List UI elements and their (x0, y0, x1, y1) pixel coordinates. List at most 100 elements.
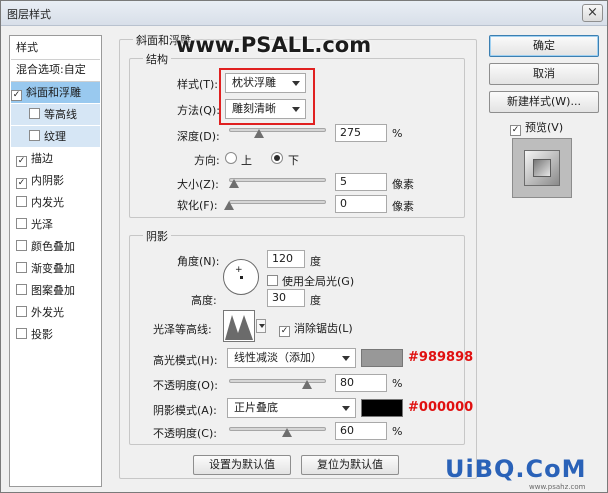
shadow-opacity-label: 不透明度(C): (153, 427, 217, 440)
new-style-button[interactable]: 新建样式(W)... (489, 91, 599, 113)
highlight-opacity-unit: % (392, 377, 403, 390)
checkbox-antialias[interactable]: ✓ (279, 326, 290, 337)
direction-down-radio[interactable] (271, 152, 283, 164)
checkbox-gradient-overlay[interactable] (16, 262, 27, 273)
watermark-logo: UiBQ.CoM (445, 455, 587, 483)
style-item-inner-shadow[interactable]: ✓ 内阴影 (11, 170, 100, 191)
checkbox-color-overlay[interactable] (16, 240, 27, 251)
style-item-drop-shadow[interactable]: 投影 (11, 324, 100, 345)
style-item-label: 描边 (31, 152, 53, 165)
shadow-color-swatch[interactable] (361, 399, 403, 417)
shadow-opacity-thumb[interactable] (282, 428, 293, 437)
checkbox-drop-shadow[interactable] (16, 328, 27, 339)
shading-title: 阴影 (143, 228, 171, 244)
make-default-button[interactable]: 设置为默认值 (193, 455, 291, 475)
checkbox-satin[interactable] (16, 218, 27, 229)
altitude-unit: 度 (310, 294, 321, 307)
checkbox-texture[interactable] (29, 130, 40, 141)
style-item-label: 内发光 (31, 196, 64, 209)
soften-slider[interactable] (229, 200, 326, 204)
shadow-mode-dropdown[interactable]: 正片叠底 (227, 398, 356, 418)
close-button[interactable]: × (582, 4, 603, 22)
style-item-color-overlay[interactable]: 颜色叠加 (11, 236, 100, 257)
style-item-inner-glow[interactable]: 内发光 (11, 192, 100, 213)
depth-slider-thumb[interactable] (254, 129, 265, 138)
style-item-texture[interactable]: 纹理 (11, 126, 100, 147)
shadow-opacity-input[interactable]: 60 (335, 422, 387, 440)
angle-input[interactable]: 120 (267, 250, 305, 268)
style-item-label: 光泽 (31, 218, 53, 231)
highlight-box (219, 68, 315, 125)
watermark-url: www.psahz.com (529, 483, 586, 491)
gloss-contour-dropdown[interactable] (256, 319, 266, 333)
style-item-contour[interactable]: 等高线 (11, 104, 100, 125)
checkbox-outer-glow[interactable] (16, 306, 27, 317)
cancel-button[interactable]: 取消 (489, 63, 599, 85)
highlight-opacity-label: 不透明度(O): (153, 379, 218, 392)
style-list: 样式 混合选项:自定 ✓ 斜面和浮雕 等高线 纹理 ✓ 描边 ✓ 内阴影 内发光 光泽… (9, 35, 102, 487)
gloss-contour-preview[interactable] (223, 310, 255, 342)
preview-bevel-square (524, 150, 560, 186)
highlight-color-swatch[interactable] (361, 349, 403, 367)
highlight-mode-label: 高光模式(H): (153, 354, 218, 367)
style-item-label: 等高线 (44, 108, 77, 121)
style-item-satin[interactable]: 光泽 (11, 214, 100, 235)
contour-curve-icon (225, 315, 253, 340)
reset-default-button[interactable]: 复位为默认值 (301, 455, 399, 475)
structure-title: 结构 (143, 51, 171, 67)
depth-slider[interactable] (229, 128, 326, 132)
global-light-label: 使用全局光(G) (282, 275, 355, 288)
preview-inner-square (533, 159, 551, 177)
highlight-mode-dropdown[interactable]: 线性减淡（添加） (227, 348, 356, 368)
shadow-opacity-unit: % (392, 425, 403, 438)
highlight-opacity-thumb[interactable] (301, 380, 312, 389)
style-item-pattern-overlay[interactable]: 图案叠加 (11, 280, 100, 301)
style-item-outer-glow[interactable]: 外发光 (11, 302, 100, 323)
antialias-label: 消除锯齿(L) (294, 322, 353, 335)
preview-option[interactable]: ✓ 预览(V) (510, 119, 563, 136)
style-item-label: 外发光 (31, 306, 64, 319)
dialog-title: 图层样式 (7, 8, 51, 21)
direction-label: 方向: (194, 154, 220, 167)
size-label: 大小(Z): (177, 178, 219, 191)
size-slider-thumb[interactable] (228, 179, 239, 188)
altitude-input[interactable]: 30 (267, 289, 305, 307)
highlight-opacity-input[interactable]: 80 (335, 374, 387, 392)
checkbox-contour[interactable] (29, 108, 40, 119)
style-item-label: 颜色叠加 (31, 240, 75, 253)
direction-up-radio[interactable] (225, 152, 237, 164)
ok-button[interactable]: 确定 (489, 35, 599, 57)
altitude-label: 高度: (191, 294, 217, 307)
checkbox-preview[interactable]: ✓ (510, 125, 521, 136)
depth-unit: % (392, 127, 403, 140)
soften-label: 软化(F): (177, 199, 218, 212)
style-item-stroke[interactable]: ✓ 描边 (11, 148, 100, 169)
direction-up-label: 上 (241, 154, 252, 167)
global-light-option[interactable]: 使用全局光(G) (267, 273, 354, 289)
antialias-option[interactable]: ✓ 消除锯齿(L) (279, 320, 353, 337)
soften-slider-thumb[interactable] (224, 201, 234, 210)
checkbox-global-light[interactable] (267, 275, 278, 286)
size-slider[interactable] (229, 178, 326, 182)
style-item-bevel-emboss[interactable]: ✓ 斜面和浮雕 (11, 82, 100, 103)
checkbox-bevel-emboss[interactable]: ✓ (11, 90, 22, 101)
shadow-mode-label: 阴影模式(A): (153, 404, 217, 417)
shadow-opacity-slider[interactable] (229, 427, 326, 431)
watermark-psall: www.PSALL.com (176, 33, 372, 57)
soften-input[interactable]: 0 (335, 195, 387, 213)
depth-input[interactable]: 275 (335, 124, 387, 142)
angle-dial[interactable]: + (223, 259, 259, 295)
style-item-gradient-overlay[interactable]: 渐变叠加 (11, 258, 100, 279)
angle-crosshair-icon: + (235, 265, 243, 275)
checkbox-stroke[interactable]: ✓ (16, 156, 27, 167)
checkbox-pattern-overlay[interactable] (16, 284, 27, 295)
layer-style-dialog: 图层样式 × 样式 混合选项:自定 ✓ 斜面和浮雕 等高线 纹理 ✓ 描边 ✓ 内阴影… (0, 0, 608, 493)
size-input[interactable]: 5 (335, 173, 387, 191)
blend-options-item[interactable]: 混合选项:自定 (11, 59, 100, 80)
checkbox-inner-glow[interactable] (16, 196, 27, 207)
style-list-header[interactable]: 样式 (11, 37, 100, 58)
style-item-label: 斜面和浮雕 (26, 86, 81, 99)
chevron-down-icon (342, 356, 350, 361)
angle-label: 角度(N): (177, 255, 220, 268)
checkbox-inner-shadow[interactable]: ✓ (16, 178, 27, 189)
